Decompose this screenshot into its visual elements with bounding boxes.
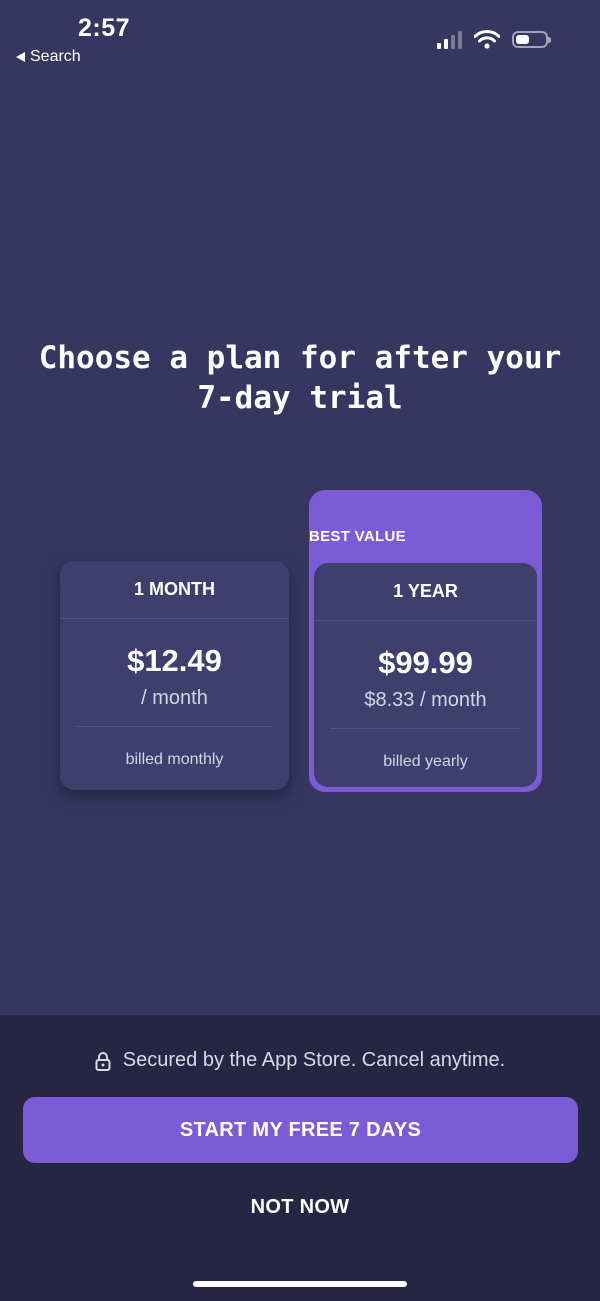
plan-billing: billed yearly (383, 753, 468, 770)
plan-unit: $8.33 / month (364, 689, 487, 711)
not-now-button[interactable]: NOT NOW (0, 1196, 600, 1219)
plan-title: 1 MONTH (60, 561, 289, 619)
plan-price: $12.49 (127, 643, 222, 678)
back-label: Search (30, 48, 81, 65)
plan-divider (330, 728, 521, 729)
secure-notice: Secured by the App Store. Cancel anytime… (0, 1049, 600, 1072)
best-value-badge: BEST VALUE (309, 528, 406, 545)
home-indicator[interactable] (193, 1281, 407, 1287)
wifi-icon (474, 30, 500, 49)
page-title: Choose a plan for after your 7-day trial (0, 338, 600, 418)
plan-divider (76, 726, 273, 727)
status-time: 2:57 (78, 14, 131, 42)
signal-icon (437, 30, 462, 49)
plan-unit: / month (141, 687, 208, 709)
plan-card-monthly[interactable]: 1 MONTH $12.49 / month billed monthly (60, 561, 289, 790)
title-line-2: 7-day trial (197, 380, 403, 416)
start-free-trial-button[interactable]: START MY FREE 7 DAYS (23, 1097, 578, 1163)
plan-title: 1 YEAR (314, 563, 537, 621)
secure-text: Secured by the App Store. Cancel anytime… (122, 1049, 506, 1071)
battery-icon (512, 31, 551, 48)
plan-card-yearly-inner: 1 YEAR $99.99 $8.33 / month billed yearl… (314, 563, 537, 787)
title-line-1: Choose a plan for after your (38, 340, 562, 376)
back-arrow-icon (16, 52, 25, 62)
status-icons (437, 30, 551, 49)
plan-billing: billed monthly (125, 751, 224, 768)
lock-icon (95, 1051, 111, 1071)
plan-price: $99.99 (378, 645, 473, 680)
back-to-search-button[interactable]: Search (16, 48, 81, 66)
plan-card-yearly[interactable]: BEST VALUE 1 YEAR $99.99 $8.33 / month b… (309, 490, 542, 792)
